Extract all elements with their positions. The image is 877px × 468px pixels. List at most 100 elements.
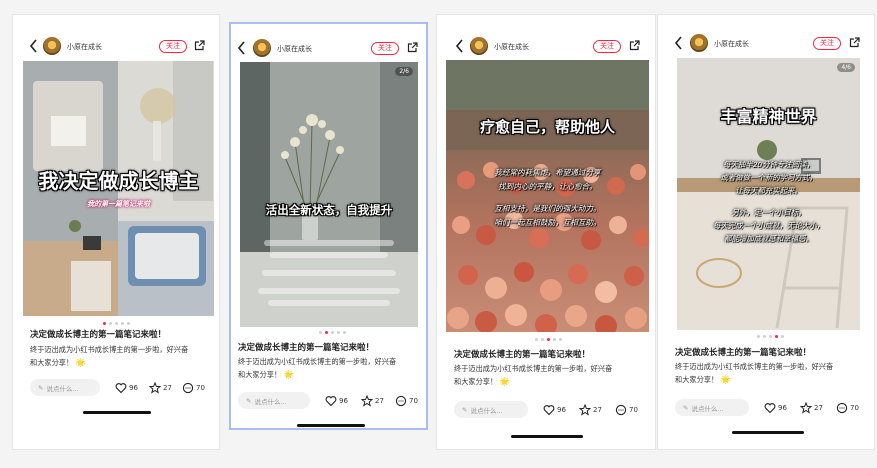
follow-button[interactable]: 关注 (371, 42, 399, 55)
back-arrow-icon[interactable] (455, 38, 465, 54)
slide-headline: 活出全新状态，自我提升 (265, 203, 393, 217)
comment-button[interactable]: 70 (395, 395, 418, 407)
follow-button[interactable]: 关注 (159, 40, 187, 53)
star-icon (361, 395, 373, 407)
home-indicator (297, 424, 365, 427)
comment-icon (395, 395, 407, 407)
star-icon (149, 382, 161, 394)
note-preview-3[interactable]: 小原在成长 关注 疗愈自己，帮助他人 我经常内耗焦虑，希望通过分享 找到内心的平… (436, 14, 656, 450)
note-preview-2[interactable]: 小原在成长 关注 2/6 活出全新状态，自我提升 决定做成长博主的第一篇笔记来啦… (229, 22, 428, 430)
comment-button[interactable]: 70 (836, 402, 859, 414)
note-image[interactable]: 2/6 活出全新状态，自我提升 (240, 62, 418, 327)
username[interactable]: 小原在成长 (714, 39, 749, 49)
heart-icon (325, 396, 337, 407)
home-indicator (732, 431, 804, 434)
note-header: 小原在成长 关注 (658, 31, 874, 55)
comment-count: 70 (629, 406, 638, 414)
note-image[interactable]: 4/6 丰富精神世界 每天抽半20分钟专注阅读， 或者做做一个新的学习方式， 让… (677, 58, 860, 330)
share-icon[interactable] (194, 40, 205, 51)
slide-headline: 我决定做成长博主 (38, 169, 199, 193)
note-title: 决定做成长博主的第一篇笔记来啦！ (30, 330, 167, 340)
comment-count: 70 (409, 397, 418, 405)
comment-button[interactable]: 70 (615, 404, 638, 416)
collect-button[interactable]: 27 (361, 395, 384, 407)
collect-button[interactable]: 27 (800, 402, 823, 414)
slide-body: 我经常内耗焦虑，希望通过分享 找到内心的平静，让心愈合。 互相支持，是我们的强大… (494, 168, 601, 227)
note-desc: 终于迈出成为小红书成长博主的第一步啦，好兴奋 和大家分享！ 🌟 (454, 364, 613, 386)
page-indicator: 4/6 (837, 63, 855, 72)
note-preview-4[interactable]: 小原在成长 关注 4/6 丰富精神世界 每天抽半20分钟专注阅读， 或者做做一个… (657, 14, 875, 450)
carousel-dots (757, 335, 784, 338)
back-arrow-icon[interactable] (29, 38, 39, 54)
username[interactable]: 小原在成长 (494, 42, 529, 52)
carousel-dots (535, 338, 562, 341)
pen-icon: ✎ (246, 396, 252, 405)
collect-count: 27 (375, 397, 384, 405)
share-icon[interactable] (629, 40, 640, 51)
comment-count: 70 (196, 384, 205, 392)
note-header: 小原在成长 关注 (13, 34, 219, 58)
note-title: 决定做成长博主的第一篇笔记来啦！ (675, 348, 812, 358)
avatar[interactable] (43, 37, 61, 55)
faded-text-block (258, 234, 400, 312)
avatar[interactable] (470, 37, 488, 55)
share-icon[interactable] (407, 42, 418, 53)
comment-input[interactable]: ✎ 说点什么... (238, 392, 310, 409)
share-icon[interactable] (849, 37, 860, 48)
like-button[interactable]: 96 (325, 395, 348, 407)
star-emoji-icon: 🌟 (720, 375, 731, 384)
note-image[interactable]: 疗愈自己，帮助他人 我经常内耗焦虑，希望通过分享 找到内心的平静，让心愈合。 互… (446, 60, 649, 332)
collect-count: 27 (163, 384, 172, 392)
slide-headline: 丰富精神世界 (720, 107, 817, 126)
back-arrow-icon[interactable] (674, 35, 684, 51)
follow-button[interactable]: 关注 (813, 37, 841, 50)
back-arrow-icon[interactable] (237, 40, 247, 56)
pen-icon: ✎ (683, 403, 689, 412)
collect-button[interactable]: 27 (149, 382, 172, 394)
comment-icon (615, 404, 627, 416)
action-bar: ✎ 说点什么... 96 27 70 (13, 379, 219, 399)
heart-icon (115, 383, 127, 394)
like-count: 96 (129, 384, 138, 392)
star-emoji-icon: 🌟 (75, 358, 86, 367)
like-button[interactable]: 96 (543, 404, 566, 416)
comment-icon (182, 382, 194, 394)
slide-subline: 我的第一篇笔记来啦 (87, 200, 150, 208)
top-strip (0, 0, 877, 7)
star-emoji-icon: 🌟 (499, 377, 510, 386)
heart-icon (764, 403, 776, 414)
comment-input[interactable]: ✎ 说点什么... (675, 399, 749, 416)
comment-button[interactable]: 70 (182, 382, 205, 394)
collect-count: 27 (814, 404, 823, 412)
collect-button[interactable]: 27 (579, 404, 602, 416)
note-title: 决定做成长博主的第一篇笔记来啦！ (454, 350, 591, 360)
comment-count: 70 (850, 404, 859, 412)
slide-body: 每天抽半20分钟专注阅读， 或者做做一个新的学习方式， 让每天都充实起来。 另外… (713, 160, 824, 243)
home-indicator (511, 435, 583, 438)
comment-input[interactable]: ✎ 说点什么... (30, 379, 100, 396)
action-bar: ✎ 说点什么... 96 27 70 (437, 401, 655, 421)
follow-button[interactable]: 关注 (593, 40, 621, 53)
star-icon (579, 404, 591, 416)
carousel-dots (103, 322, 130, 325)
slide-headline: 疗愈自己，帮助他人 (479, 118, 615, 136)
like-count: 96 (778, 404, 787, 412)
username[interactable]: 小原在成长 (67, 42, 102, 52)
action-bar: ✎ 说点什么... 96 27 70 (231, 392, 426, 412)
note-desc: 终于迈出成为小红书成长博主的第一步啦，好兴奋 和大家分享！ 🌟 (675, 362, 834, 384)
avatar[interactable] (253, 39, 271, 57)
note-image[interactable]: 我决定做成长博主 我的第一篇笔记来啦 (23, 61, 214, 316)
comment-icon (836, 402, 848, 414)
avatar[interactable] (690, 34, 708, 52)
pen-icon: ✎ (462, 405, 468, 414)
note-desc: 终于迈出成为小红书成长博主的第一步啦，好兴奋 和大家分享！ 🌟 (30, 345, 189, 367)
heart-icon (543, 405, 555, 416)
note-preview-1[interactable]: 小原在成长 关注 我决定做成长博主 我的第一篇笔记来啦 决定做成长博主的第一篇笔… (12, 14, 220, 450)
pen-icon: ✎ (38, 383, 44, 392)
username[interactable]: 小原在成长 (277, 44, 312, 54)
like-button[interactable]: 96 (115, 382, 138, 394)
like-count: 96 (557, 406, 566, 414)
like-button[interactable]: 96 (764, 402, 787, 414)
home-indicator (83, 411, 151, 414)
comment-input[interactable]: ✎ 说点什么... (454, 401, 528, 418)
